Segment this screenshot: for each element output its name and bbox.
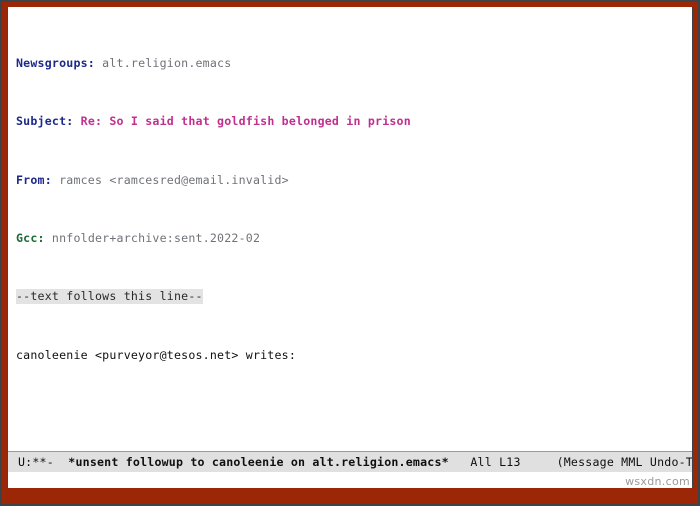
watermark: wsxdn.com (625, 475, 690, 488)
header-line-gcc[interactable]: Gcc: nnfolder+archive:sent.2022-02 (16, 231, 692, 246)
header-line-from[interactable]: From: ramces <ramcesred@email.invalid> (16, 173, 692, 188)
header-line-subject[interactable]: Subject: Re: So I said that goldfish bel… (16, 114, 692, 129)
mode-line-line-number: L13 (499, 455, 521, 469)
attribution-line[interactable]: canoleenie <purveyor@tesos.net> writes: (16, 348, 692, 363)
mode-line[interactable]: U:**- *unsent followup to canoleenie on … (8, 451, 692, 472)
header-label-newsgroups: Newsgroups: (16, 55, 95, 70)
mode-line-coding-status: U:**- (18, 455, 54, 469)
header-value-gcc[interactable]: nnfolder+archive:sent.2022-02 (45, 231, 260, 245)
mode-line-buffer-name: *unsent followup to canoleenie on alt.re… (68, 455, 449, 469)
emacs-frame-inner: Newsgroups: alt.religion.emacs Subject: … (7, 7, 693, 488)
header-label-gcc: Gcc: (16, 230, 45, 245)
header-value-subject[interactable]: Re: So I said that goldfish belonged in … (73, 114, 411, 128)
mail-header-separator-line: --text follows this line-- (16, 289, 692, 304)
echo-area (8, 472, 692, 488)
mode-line-gap (54, 455, 68, 469)
message-compose-buffer[interactable]: Newsgroups: alt.religion.emacs Subject: … (8, 7, 692, 451)
header-label-from: From: (16, 172, 52, 187)
header-value-from[interactable]: ramces <ramcesred@email.invalid> (52, 173, 289, 187)
emacs-frame: Newsgroups: alt.religion.emacs Subject: … (0, 0, 700, 506)
mode-line-position: All (470, 455, 492, 469)
header-label-subject: Subject: (16, 114, 74, 129)
header-line-newsgroups[interactable]: Newsgroups: alt.religion.emacs (16, 56, 692, 71)
mode-line-gap (449, 455, 471, 469)
mode-line-modes: (Message MML Undo-Tree (556, 455, 692, 469)
mode-line-gap (521, 455, 557, 469)
mail-header-separator: --text follows this line-- (16, 289, 203, 304)
header-value-newsgroups[interactable]: alt.religion.emacs (95, 56, 231, 70)
